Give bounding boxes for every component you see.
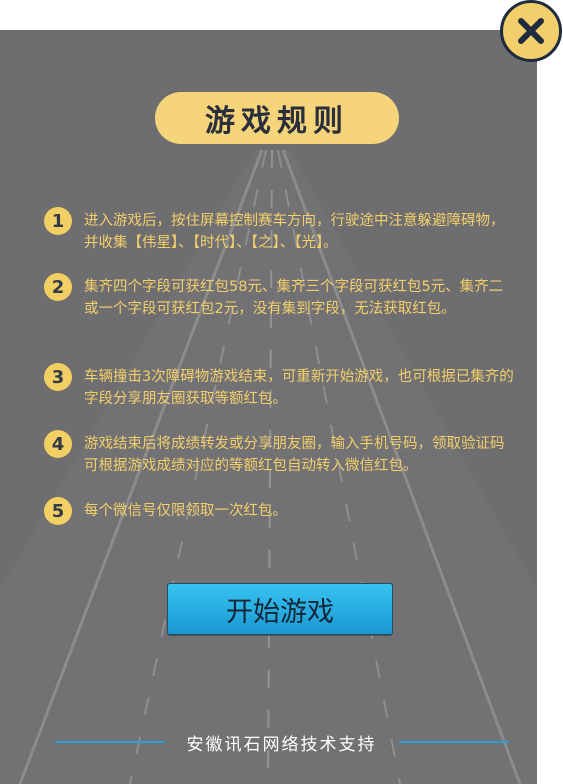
rule-number: 5 <box>44 497 72 525</box>
rule-text: 车辆撞击3次障碍物游戏结束，可重新开始游戏，也可根据已集齐的字段分享朋友圈获取等… <box>84 369 514 407</box>
footer-credit: 安徽讯石网络技术支持 <box>186 734 377 755</box>
start-game-button[interactable]: 开始游戏 <box>167 583 393 635</box>
close-button[interactable] <box>500 0 562 62</box>
start-game-label: 开始游戏 <box>226 596 334 628</box>
close-icon <box>518 18 544 44</box>
rule-item: 4 游戏结束后将成绩转发或分享朋友圈，输入手机号码，领取验证码可根据游戏成绩对应… <box>44 430 520 477</box>
rules-title: 游戏规则 <box>205 104 349 139</box>
rule-item: 5 每个微信号仅限领取一次红包。 <box>44 497 520 525</box>
rule-text: 每个微信号仅限领取一次红包。 <box>84 503 287 519</box>
footer: 安徽讯石网络技术支持 <box>0 730 563 755</box>
rule-number: 4 <box>44 430 72 458</box>
rule-text: 集齐四个字段可获红包58元、集齐三个字段可获红包5元、集齐二或一个字段可获红包2… <box>84 279 504 317</box>
rule-text: 游戏结束后将成绩转发或分享朋友圈，输入手机号码，领取验证码可根据游戏成绩对应的等… <box>84 436 505 474</box>
footer-divider-left <box>54 741 165 743</box>
footer-divider-right <box>398 741 509 743</box>
rule-number: 1 <box>44 207 72 235</box>
rule-number: 2 <box>44 273 72 301</box>
rule-text: 进入游戏后，按住屏幕控制赛车方向，行驶途中注意躲避障碍物，并收集【伟星】、【时代… <box>84 213 505 251</box>
rule-number: 3 <box>44 363 72 391</box>
rule-item: 3 车辆撞击3次障碍物游戏结束，可重新开始游戏，也可根据已集齐的字段分享朋友圈获… <box>44 363 520 410</box>
rule-item: 1 进入游戏后，按住屏幕控制赛车方向，行驶途中注意躲避障碍物，并收集【伟星】、【… <box>44 207 520 254</box>
rule-item: 2 集齐四个字段可获红包58元、集齐三个字段可获红包5元、集齐二或一个字段可获红… <box>44 273 520 320</box>
rules-title-badge: 游戏规则 <box>155 92 399 144</box>
